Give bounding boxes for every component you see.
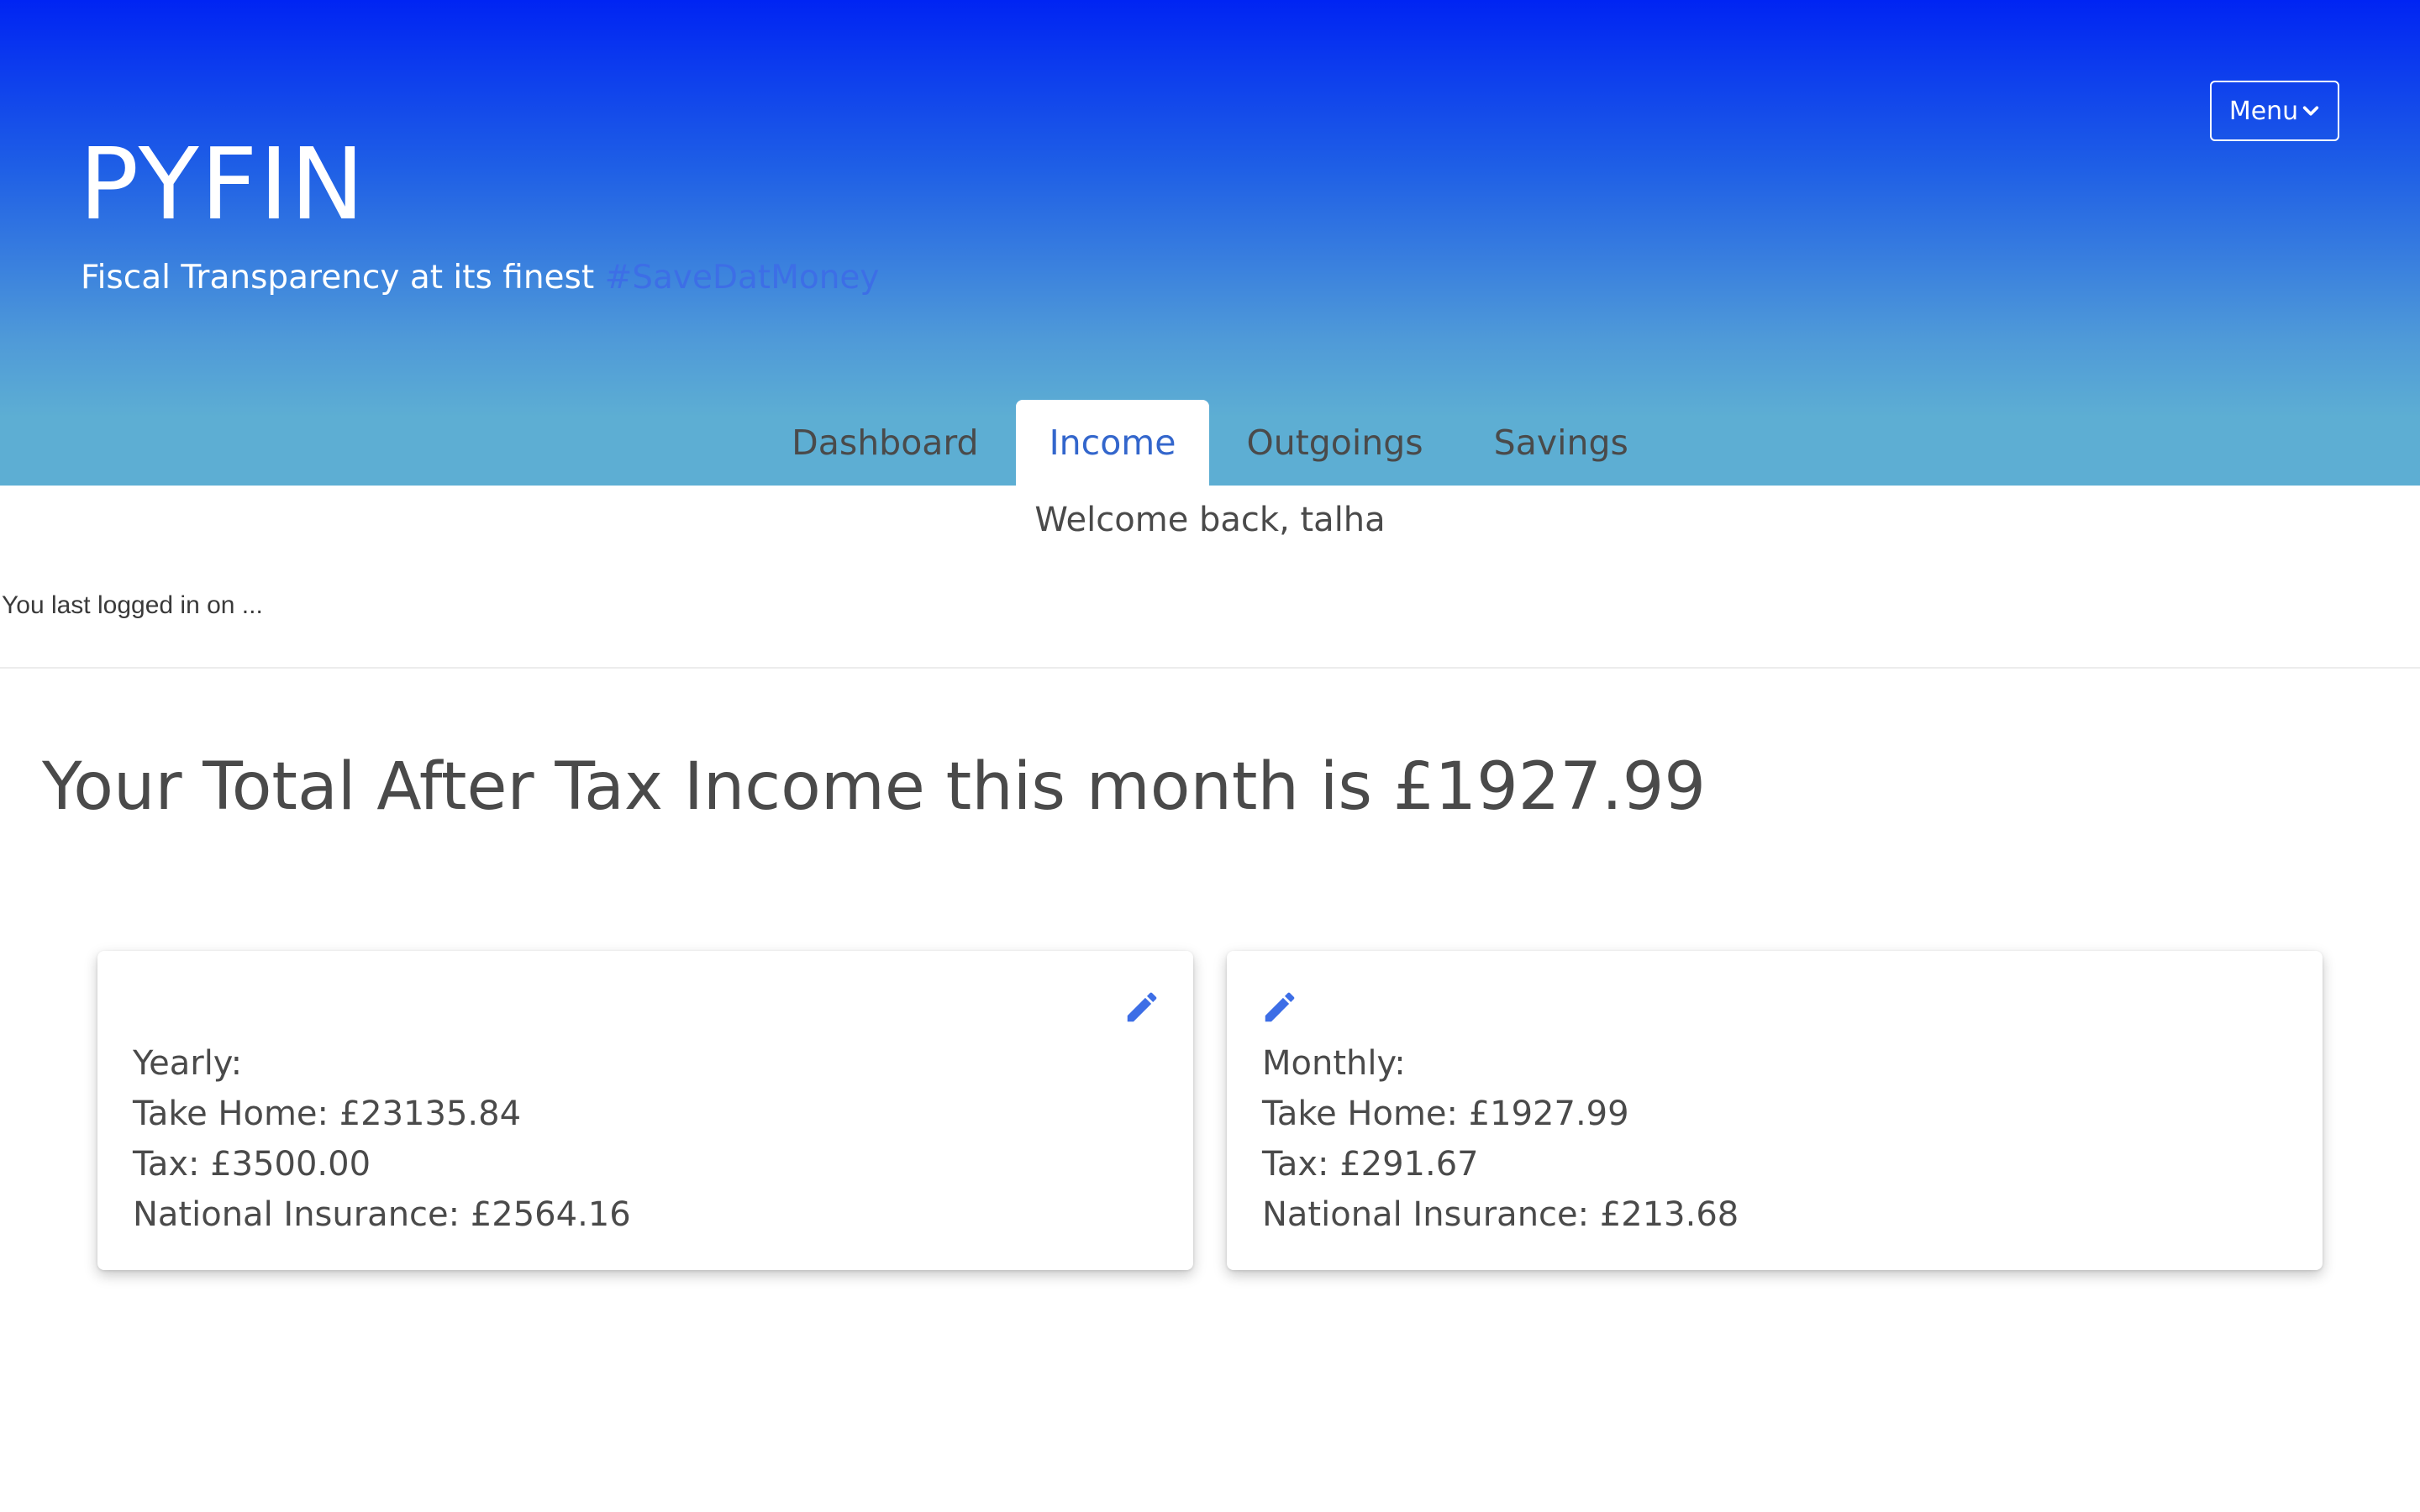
hero-banner: Menu PYFIN Fiscal Transparency at its fi… <box>0 0 2420 486</box>
menu-button[interactable]: Menu <box>2210 81 2339 141</box>
yearly-tax: Tax: £3500.00 <box>133 1145 371 1184</box>
tab-dashboard[interactable]: Dashboard <box>758 400 1012 486</box>
hashtag-link[interactable]: #SaveDatMoney <box>605 259 880 297</box>
yearly-take-home: Take Home: £23135.84 <box>133 1095 522 1133</box>
tab-income[interactable]: Income <box>1015 400 1210 486</box>
menu-label: Menu <box>2228 96 2299 126</box>
pencil-icon[interactable] <box>1123 988 1161 1026</box>
main-tabs: Dashboard Income Outgoings Savings <box>0 400 2420 486</box>
monthly-national-insurance: National Insurance: £213.68 <box>1262 1195 1739 1234</box>
monthly-take-home: Take Home: £1927.99 <box>1262 1095 1629 1133</box>
welcome-message: Welcome back, talha <box>1034 501 1386 539</box>
chevron-down-icon <box>2303 106 2319 116</box>
tab-savings[interactable]: Savings <box>1460 400 1662 486</box>
tab-outgoings[interactable]: Outgoings <box>1213 400 1456 486</box>
yearly-card: Yearly: Take Home: £23135.84 Tax: £3500.… <box>97 951 1193 1270</box>
yearly-national-insurance: National Insurance: £2564.16 <box>133 1195 631 1234</box>
section-divider <box>0 667 2420 669</box>
last-login-text: You last logged in on ... <box>2 591 263 619</box>
brand-title: PYFIN <box>79 126 366 242</box>
subtitle-text: Fiscal Transparency at its finest <box>81 259 595 297</box>
yearly-title: Yearly: <box>133 1044 243 1083</box>
pencil-icon[interactable] <box>1260 988 1299 1026</box>
monthly-title: Monthly: <box>1262 1044 1406 1083</box>
monthly-card: Monthly: Take Home: £1927.99 Tax: £291.6… <box>1227 951 2323 1270</box>
total-income-heading: Your Total After Tax Income this month i… <box>42 749 1707 825</box>
monthly-tax: Tax: £291.67 <box>1262 1145 1479 1184</box>
brand-subtitle: Fiscal Transparency at its finest #SaveD… <box>81 259 880 298</box>
